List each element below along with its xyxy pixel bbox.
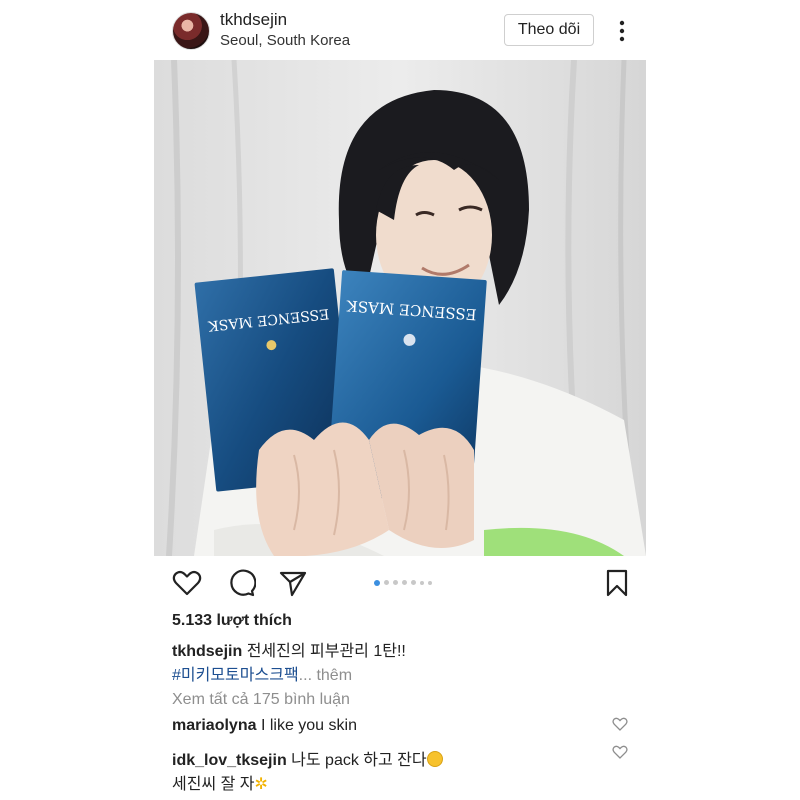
heart-icon[interactable] <box>612 716 628 732</box>
comment-item: mariaolyna I like you skin <box>172 717 357 735</box>
caption-hashtag-line: #미키모토마스크팩... thêm <box>172 661 352 685</box>
hashtag-link[interactable]: #미키모토마스크팩 <box>172 667 299 684</box>
caption-username[interactable]: tkhdsejin <box>172 643 242 660</box>
more-vertical-icon[interactable] <box>612 18 632 44</box>
paper-plane-icon[interactable] <box>278 568 308 598</box>
comment-text: I like you skin <box>260 717 357 734</box>
post-header: tkhdsejin Seoul, South Korea Theo dõi <box>154 10 646 52</box>
heart-icon[interactable] <box>172 568 202 598</box>
sparkle-emoji-icon: ✲ <box>254 776 268 793</box>
carousel-dot <box>428 580 432 585</box>
carousel-dot <box>384 580 389 585</box>
heart-icon[interactable] <box>612 744 628 760</box>
bookmark-icon[interactable] <box>602 568 632 598</box>
view-all-comments-link[interactable]: Xem tất cả 175 bình luận <box>172 691 350 709</box>
post-location[interactable]: Seoul, South Korea <box>220 32 350 49</box>
comment-text: 세진씨 잘 자 <box>172 776 255 793</box>
carousel-dot <box>402 580 407 585</box>
likes-count[interactable]: 5.133 lượt thích <box>172 612 292 630</box>
more-link[interactable]: ... thêm <box>299 667 352 684</box>
comment-text-continued: 세진씨 잘 자✲ <box>172 770 268 794</box>
action-bar <box>154 566 646 600</box>
instagram-post: tkhdsejin Seoul, South Korea Theo dõi ES… <box>154 0 646 800</box>
photo-illustration: ESSENCE MASK ESSENCE MASK <box>154 60 646 556</box>
avatar[interactable] <box>172 12 210 50</box>
comment-item: idk_lov_tksejin 나도 pack 하고 잔다 <box>172 746 443 770</box>
caption-text: 전세진의 피부관리 1탄!! <box>246 643 406 660</box>
carousel-indicator <box>374 579 432 586</box>
carousel-dot <box>374 579 380 586</box>
comment-username[interactable]: mariaolyna <box>172 717 256 734</box>
comment-bubble-icon[interactable] <box>226 568 256 598</box>
smile-emoji-icon <box>426 751 443 767</box>
carousel-dot <box>411 580 416 585</box>
post-caption: tkhdsejin 전세진의 피부관리 1탄!! <box>172 637 406 661</box>
post-username[interactable]: tkhdsejin <box>220 10 287 30</box>
carousel-dot <box>420 580 424 585</box>
comment-username[interactable]: idk_lov_tksejin <box>172 752 287 769</box>
comment-text: 나도 pack 하고 잔다 <box>291 752 427 769</box>
carousel-dot <box>393 580 398 585</box>
post-photo[interactable]: ESSENCE MASK ESSENCE MASK <box>154 60 646 556</box>
follow-button[interactable]: Theo dõi <box>504 14 594 46</box>
